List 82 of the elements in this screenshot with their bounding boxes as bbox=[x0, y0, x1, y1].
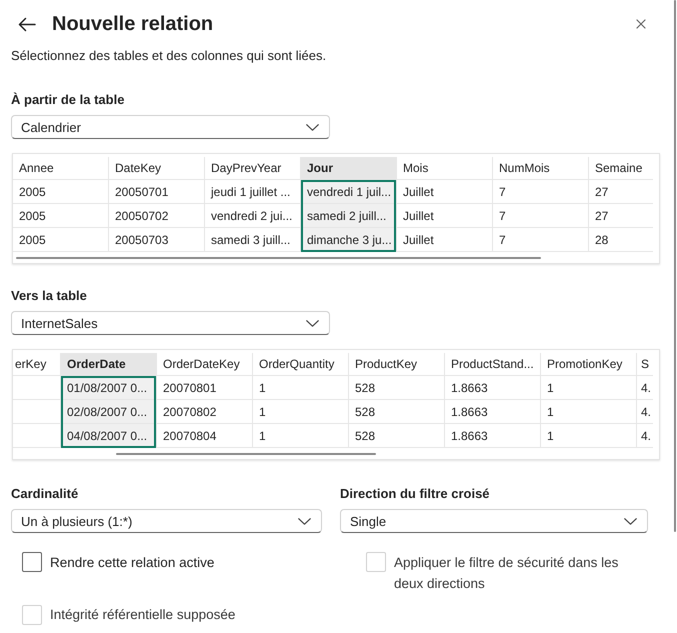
table-cell: 20050701 bbox=[115, 184, 168, 198]
table-cell: 1 bbox=[547, 404, 554, 418]
table-cell: 1 bbox=[547, 380, 554, 394]
table-cell: 20070804 bbox=[163, 428, 216, 442]
select-dropdown[interactable]: Single bbox=[340, 509, 648, 533]
table-cell: Juillet bbox=[403, 232, 434, 246]
table-cell: jeudi 1 juillet ... bbox=[211, 184, 290, 198]
table-cell: 4. bbox=[641, 428, 652, 442]
horizontal-scrollbar[interactable] bbox=[116, 453, 376, 455]
checkbox-label: Appliquer le filtre de sécurité dans les deux directions bbox=[394, 554, 620, 592]
dialog-description: Sélectionnez des tables et des colonnes qui sont liées. bbox=[11, 48, 328, 64]
table-cell: 27 bbox=[595, 184, 608, 198]
table-cell: 528 bbox=[355, 404, 376, 418]
column-header[interactable]: ProductStand... bbox=[445, 353, 540, 376]
column-header[interactable]: OrderDateKey bbox=[157, 353, 252, 376]
dialog-title: Nouvelle relation bbox=[52, 12, 214, 37]
field-label: Vers la table bbox=[11, 288, 88, 304]
table-cell: 1 bbox=[547, 428, 554, 442]
table-cell: 1.8663 bbox=[451, 428, 488, 442]
table-cell: 528 bbox=[355, 380, 376, 394]
table-cell: vendredi 2 jui... bbox=[211, 208, 292, 222]
table-cell: 7 bbox=[499, 208, 506, 222]
close-icon bbox=[636, 19, 646, 29]
table-cell: 28 bbox=[595, 232, 608, 246]
column-header[interactable]: NumMois bbox=[493, 157, 588, 180]
column-header[interactable]: Semaine bbox=[589, 157, 653, 180]
table-cell: dimanche 3 ju... bbox=[307, 232, 392, 246]
back-arrow-icon bbox=[18, 16, 36, 32]
table-cell: 2005 bbox=[19, 184, 46, 198]
table-cell: Juillet bbox=[403, 184, 434, 198]
table-cell: 528 bbox=[355, 428, 376, 442]
table-cell: samedi 3 juill... bbox=[211, 232, 290, 246]
column-header[interactable]: S bbox=[637, 353, 653, 376]
table-cell: 1 bbox=[259, 428, 266, 442]
table-cell: 7 bbox=[499, 232, 506, 246]
table-cell: 04/08/2007 0... bbox=[67, 428, 148, 442]
table-cell: 27 bbox=[595, 208, 608, 222]
table-cell: 01/08/2007 0... bbox=[67, 380, 148, 394]
chevron-down-icon bbox=[306, 320, 319, 326]
column-header[interactable]: OrderQuantity bbox=[253, 353, 348, 376]
table-dropdown[interactable]: Calendrier bbox=[11, 115, 330, 139]
table-cell: 20050703 bbox=[115, 232, 168, 246]
table-cell: 2005 bbox=[19, 232, 46, 246]
column-header[interactable]: DayPrevYear bbox=[205, 157, 300, 180]
table-cell: 4. bbox=[641, 404, 652, 418]
checkbox[interactable] bbox=[22, 552, 42, 572]
column-header[interactable]: OrderDate bbox=[61, 353, 156, 376]
field-label: À partir de la table bbox=[11, 92, 126, 108]
table-dropdown[interactable]: InternetSales bbox=[11, 311, 330, 335]
column-header[interactable]: DateKey bbox=[109, 157, 204, 180]
table-cell: 1 bbox=[259, 404, 266, 418]
table-cell: 7 bbox=[499, 184, 506, 198]
column-header[interactable]: ProductKey bbox=[349, 353, 444, 376]
field-label: Cardinalité bbox=[11, 486, 80, 502]
select-dropdown[interactable]: Un à plusieurs (1:*) bbox=[11, 509, 322, 533]
table-cell: 2005 bbox=[19, 208, 46, 222]
close-button[interactable] bbox=[636, 19, 646, 29]
field-label: Direction du filtre croisé bbox=[340, 486, 491, 502]
horizontal-scrollbar[interactable] bbox=[16, 257, 541, 259]
chevron-down-icon bbox=[298, 518, 311, 524]
column-header[interactable]: Annee bbox=[13, 157, 108, 180]
checkbox-label: Rendre cette relation active bbox=[50, 554, 214, 572]
table-cell: samedi 2 juill... bbox=[307, 208, 386, 222]
back-button[interactable] bbox=[18, 16, 36, 32]
checkbox-label: Intégrité référentielle supposée bbox=[50, 606, 236, 624]
table-cell: vendredi 1 juil... bbox=[307, 184, 392, 198]
column-header[interactable]: PromotionKey bbox=[541, 353, 636, 376]
table-cell: 20050702 bbox=[115, 208, 168, 222]
column-header[interactable]: Jour bbox=[301, 157, 396, 180]
chevron-down-icon bbox=[624, 518, 637, 524]
column-header[interactable]: Mois bbox=[397, 157, 492, 180]
table-cell: 20070802 bbox=[163, 404, 216, 418]
chevron-down-icon bbox=[306, 124, 319, 130]
table-cell: 1.8663 bbox=[451, 380, 488, 394]
table-cell: Juillet bbox=[403, 208, 434, 222]
column-header[interactable]: erKey bbox=[13, 353, 60, 376]
table-cell: 20070801 bbox=[163, 380, 216, 394]
table-cell: 4. bbox=[641, 380, 652, 394]
table-cell: 02/08/2007 0... bbox=[67, 404, 148, 418]
vertical-scrollbar[interactable] bbox=[674, 0, 676, 532]
table-cell: 1.8663 bbox=[451, 404, 488, 418]
table-cell: 1 bbox=[259, 380, 266, 394]
